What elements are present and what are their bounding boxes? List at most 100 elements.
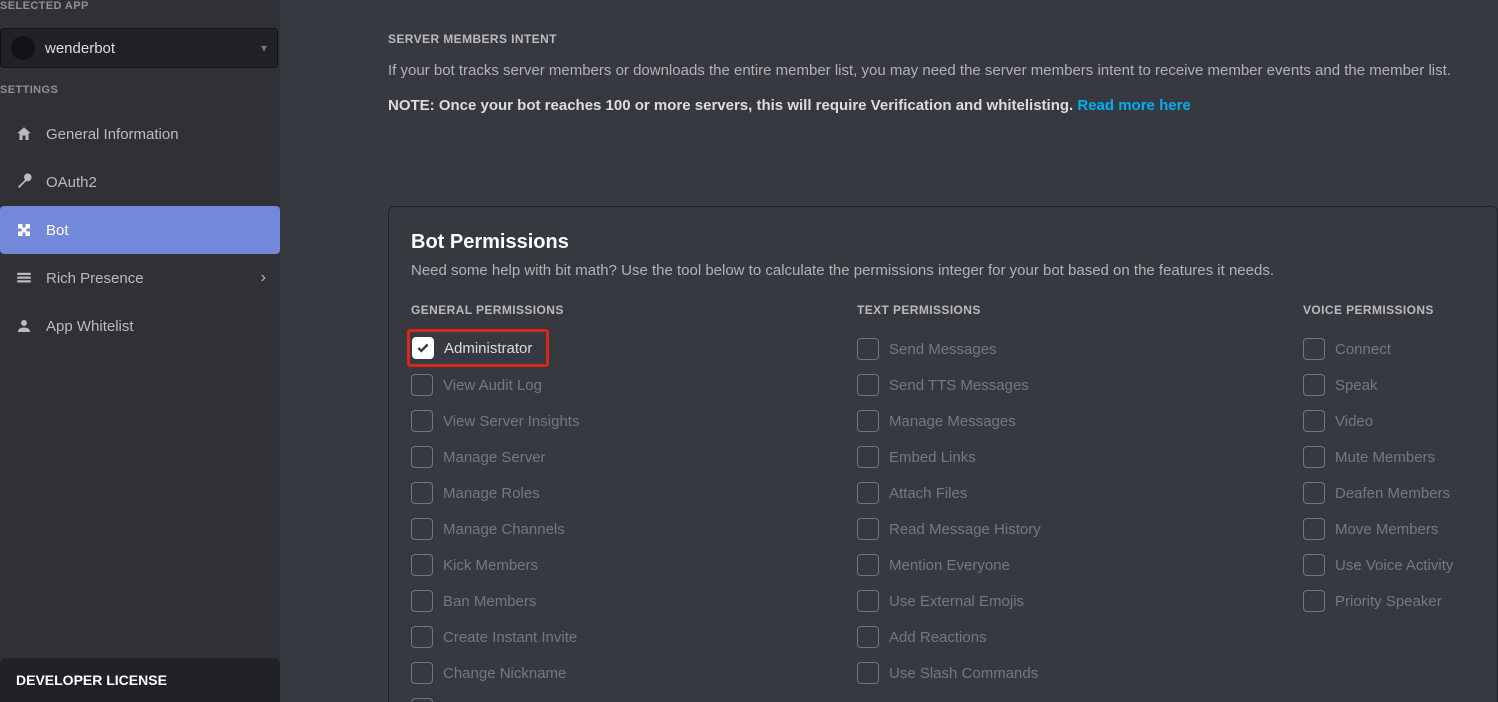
voice-permissions-column: VOICE PERMISSIONS Connect Speak Video Mu… (1303, 303, 1498, 702)
checkbox-icon (1303, 446, 1325, 468)
nav-bot[interactable]: Bot (0, 206, 280, 254)
perm-attach-files[interactable]: Attach Files (857, 475, 1303, 511)
perm-connect[interactable]: Connect (1303, 331, 1498, 367)
highlight-box: Administrator (407, 329, 549, 367)
perm-move-members[interactable]: Move Members (1303, 511, 1498, 547)
perm-manage-channels[interactable]: Manage Channels (411, 511, 857, 547)
perm-view-audit-log[interactable]: View Audit Log (411, 367, 857, 403)
permissions-columns: GENERAL PERMISSIONS Administrator View A… (411, 303, 1475, 702)
perm-add-reactions[interactable]: Add Reactions (857, 619, 1303, 655)
perm-label: Move Members (1335, 521, 1438, 538)
perm-video[interactable]: Video (1303, 403, 1498, 439)
intent-header: SERVER MEMBERS INTENT (388, 32, 1498, 46)
nav-oauth2[interactable]: OAuth2 (0, 158, 280, 206)
perm-label: Kick Members (443, 557, 538, 574)
perm-send-messages[interactable]: Send Messages (857, 331, 1303, 367)
nav-app-whitelist[interactable]: App Whitelist (0, 302, 280, 350)
checkbox-icon (1303, 338, 1325, 360)
perm-label: Change Nickname (443, 665, 566, 682)
chevron-down-icon: ▾ (261, 41, 267, 55)
intent-description: If your bot tracks server members or dow… (388, 60, 1498, 81)
perm-create-instant-invite[interactable]: Create Instant Invite (411, 619, 857, 655)
perm-manage-nicknames[interactable]: Manage Nicknames (411, 691, 857, 702)
perm-deafen-members[interactable]: Deafen Members (1303, 475, 1498, 511)
perm-use-slash-commands[interactable]: Use Slash Commands (857, 655, 1303, 691)
app-select[interactable]: wenderbot ▾ (0, 28, 278, 68)
perm-mute-members[interactable]: Mute Members (1303, 439, 1498, 475)
wrench-icon (14, 172, 34, 192)
perm-label: Video (1335, 413, 1373, 430)
permissions-title: Bot Permissions (411, 231, 1475, 254)
intent-note: NOTE: Once your bot reaches 100 or more … (388, 95, 1498, 116)
perm-view-server-insights[interactable]: View Server Insights (411, 403, 857, 439)
perm-label: Deafen Members (1335, 485, 1450, 502)
sidebar: SELECTED APP wenderbot ▾ SETTINGS Genera… (0, 0, 280, 702)
license-label: DEVELOPER LICENSE (16, 672, 167, 688)
perm-embed-links[interactable]: Embed Links (857, 439, 1303, 475)
checkbox-icon (857, 626, 879, 648)
checkbox-icon (411, 698, 433, 702)
perm-ban-members[interactable]: Ban Members (411, 583, 857, 619)
checkbox-icon (1303, 518, 1325, 540)
perm-label: Use Slash Commands (889, 665, 1038, 682)
read-more-link[interactable]: Read more here (1077, 97, 1190, 114)
perm-label: Manage Server (443, 449, 546, 466)
checkbox-icon (857, 518, 879, 540)
nav-label: OAuth2 (46, 174, 97, 191)
checkbox-icon (857, 662, 879, 684)
nav-label: App Whitelist (46, 318, 134, 335)
perm-label: Priority Speaker (1335, 593, 1442, 610)
checkbox-icon (857, 410, 879, 432)
perm-label: Manage Messages (889, 413, 1016, 430)
perm-read-message-history[interactable]: Read Message History (857, 511, 1303, 547)
general-permissions-column: GENERAL PERMISSIONS Administrator View A… (411, 303, 857, 702)
perm-label: Embed Links (889, 449, 976, 466)
checkbox-icon (411, 518, 433, 540)
checkbox-icon (857, 554, 879, 576)
checkbox-checked-icon (412, 337, 434, 359)
perm-priority-speaker[interactable]: Priority Speaker (1303, 583, 1498, 619)
perm-manage-roles[interactable]: Manage Roles (411, 475, 857, 511)
checkbox-icon (411, 626, 433, 648)
settings-nav: General Information OAuth2 Bot Rich Pres… (0, 104, 280, 350)
perm-label: View Audit Log (443, 377, 542, 394)
app-select-wrap: wenderbot ▾ (0, 20, 280, 84)
nav-rich-presence[interactable]: Rich Presence › (0, 254, 280, 302)
main-content: SERVER MEMBERS INTENT If your bot tracks… (280, 0, 1498, 702)
perm-label: Ban Members (443, 593, 536, 610)
perm-send-tts-messages[interactable]: Send TTS Messages (857, 367, 1303, 403)
perm-label: Send Messages (889, 341, 997, 358)
home-icon (14, 124, 34, 144)
app-avatar (11, 36, 35, 60)
perm-label: Attach Files (889, 485, 967, 502)
nav-general-information[interactable]: General Information (0, 110, 280, 158)
perm-manage-server[interactable]: Manage Server (411, 439, 857, 475)
developer-license-card[interactable]: DEVELOPER LICENSE (0, 658, 280, 702)
checkbox-icon (1303, 554, 1325, 576)
checkbox-icon (1303, 590, 1325, 612)
perm-label: Read Message History (889, 521, 1041, 538)
selected-app-label: SELECTED APP (0, 0, 280, 20)
perm-mention-everyone[interactable]: Mention Everyone (857, 547, 1303, 583)
checkbox-icon (411, 482, 433, 504)
perm-label: Manage Channels (443, 521, 565, 538)
app-name: wenderbot (45, 40, 115, 57)
checkbox-icon (411, 374, 433, 396)
nav-label: Bot (46, 222, 69, 239)
nav-label: General Information (46, 126, 179, 143)
perm-label: Use External Emojis (889, 593, 1024, 610)
settings-label: SETTINGS (0, 84, 280, 104)
checkbox-icon (857, 482, 879, 504)
perm-manage-messages[interactable]: Manage Messages (857, 403, 1303, 439)
nav-label: Rich Presence (46, 270, 144, 287)
perm-change-nickname[interactable]: Change Nickname (411, 655, 857, 691)
permissions-description: Need some help with bit math? Use the to… (411, 262, 1475, 279)
perm-label: Manage Roles (443, 485, 540, 502)
perm-use-voice-activity[interactable]: Use Voice Activity (1303, 547, 1498, 583)
perm-kick-members[interactable]: Kick Members (411, 547, 857, 583)
perm-use-external-emojis[interactable]: Use External Emojis (857, 583, 1303, 619)
checkbox-icon (857, 338, 879, 360)
text-permissions-header: TEXT PERMISSIONS (857, 303, 1303, 317)
perm-administrator[interactable]: Administrator (411, 331, 857, 367)
perm-speak[interactable]: Speak (1303, 367, 1498, 403)
